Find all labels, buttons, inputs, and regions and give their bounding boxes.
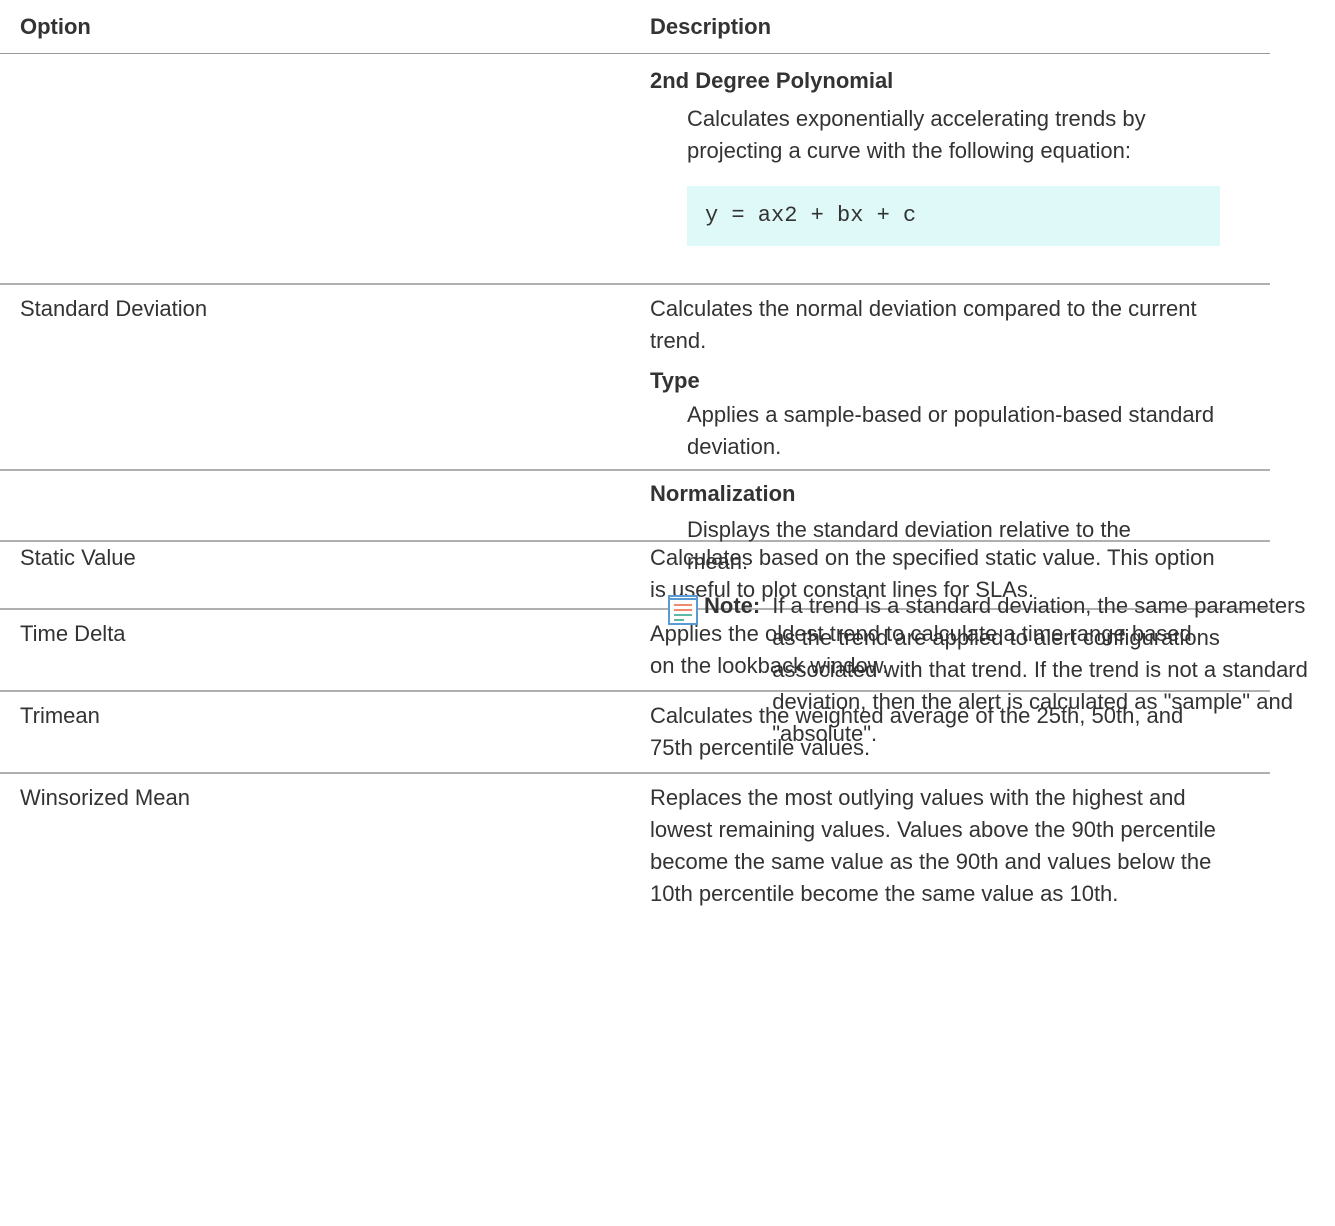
polynomial-term: 2nd Degree Polynomial — [650, 68, 894, 93]
table-row: 2nd Degree Polynomial Calculates exponen… — [0, 54, 1270, 285]
normalization-definition: Displays the standard deviation relative… — [687, 517, 1131, 574]
option-column-header: Option — [20, 14, 91, 39]
option-cell: Time Delta — [20, 621, 126, 646]
normalization-block: Normalization Displays the standard devi… — [650, 478, 1330, 750]
option-cell: Static Value — [20, 545, 136, 570]
equation-code-block: y = ax2 + bx + c — [687, 186, 1220, 246]
description-cell: Replaces the most outlying values with t… — [650, 785, 1216, 906]
table-row: Winsorized Mean Replaces the most outlyi… — [0, 774, 1270, 964]
option-cell: Winsorized Mean — [20, 785, 190, 810]
table-header: Option Description — [0, 0, 1270, 54]
polynomial-definition: Calculates exponentially accelerating tr… — [687, 106, 1146, 163]
description-cell: 2nd Degree Polynomial Calculates exponen… — [650, 54, 1220, 246]
note-icon — [668, 595, 698, 625]
description-column-header: Description — [650, 14, 772, 39]
note-label: Note: — [704, 593, 761, 618]
option-cell: Trimean — [20, 703, 100, 728]
note-text: If a trend is a standard deviation, the … — [772, 593, 1308, 746]
note-callout: Note: If a trend is a standard deviation… — [668, 590, 1308, 750]
normalization-term: Normalization — [650, 481, 796, 506]
